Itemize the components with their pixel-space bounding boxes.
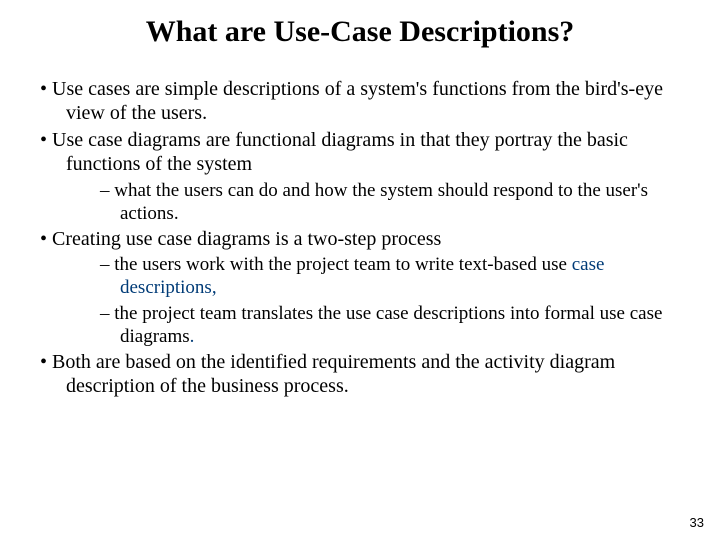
bullet-text: Creating use case diagrams is a two-step… [52, 228, 441, 250]
sub-bullet-item: the project team translates the use case… [100, 302, 680, 348]
slide: What are Use-Case Descriptions? Use case… [0, 0, 720, 421]
bullet-item: Both are based on the identified require… [40, 350, 680, 399]
sub-bullet-item: what the users can do and how the system… [100, 179, 680, 225]
sub-bullet-list: what the users can do and how the system… [100, 179, 680, 225]
page-number: 33 [690, 515, 704, 530]
slide-title: What are Use-Case Descriptions? [40, 15, 680, 49]
accent-text: , [212, 277, 217, 298]
bullet-list: Use cases are simple descriptions of a s… [40, 77, 680, 399]
bullet-item: Creating use case diagrams is a two-step… [40, 227, 680, 348]
sub-bullet-item: the users work with the project team to … [100, 253, 680, 299]
sub-bullet-list: the users work with the project team to … [100, 253, 680, 348]
bullet-text: Use case diagrams are functional diagram… [52, 129, 628, 175]
accent-text: . [190, 326, 195, 347]
bullet-item: Use cases are simple descriptions of a s… [40, 77, 680, 126]
bullet-item: Use case diagrams are functional diagram… [40, 128, 680, 225]
